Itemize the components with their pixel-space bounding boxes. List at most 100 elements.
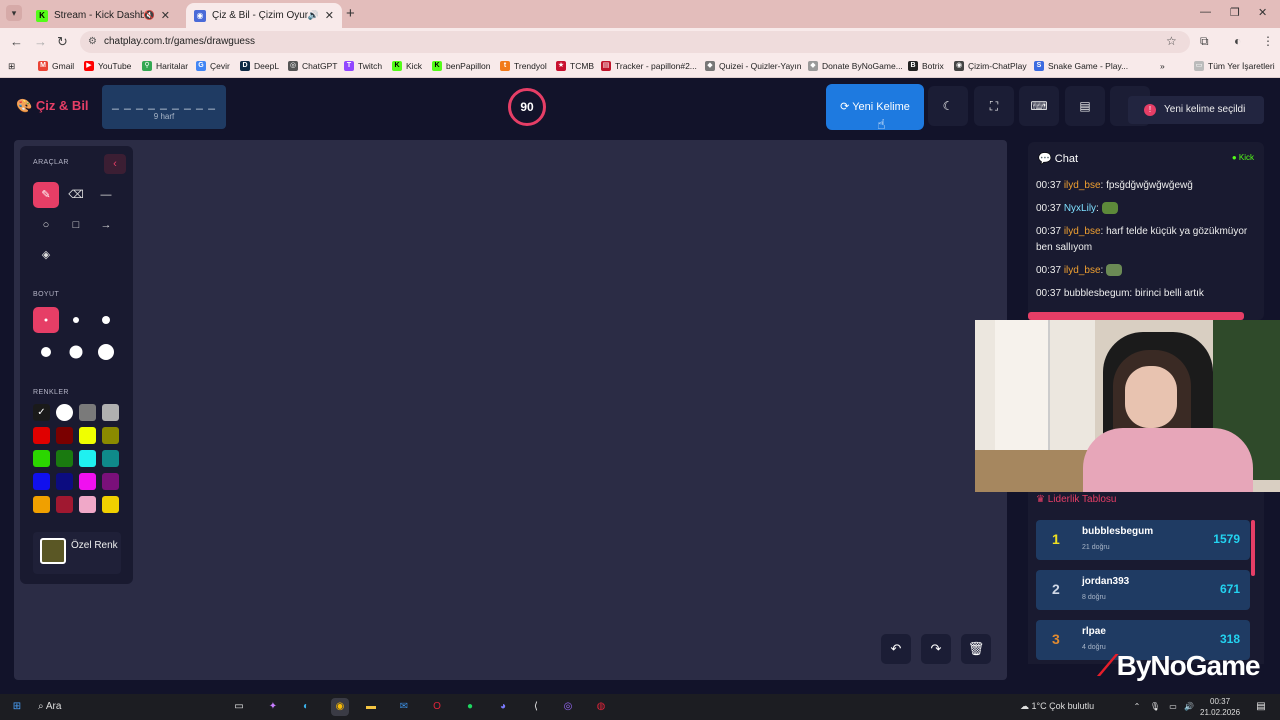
outlook-icon[interactable]: ✉ [395,698,413,716]
copilot-icon[interactable]: ✦ [264,698,282,716]
fill-tool[interactable]: ◈ [33,242,59,268]
tab-kick-dashboard[interactable]: K Stream - Kick Dashboard 🔇 ✕ [28,3,178,28]
all-bookmarks[interactable]: ▭ Tüm Yer İşaretleri [1194,61,1275,71]
bookmark-donate[interactable]: ◆ Donate ByNoGame... [808,61,903,71]
pen-tool[interactable]: ✎ [33,182,59,208]
discord-icon[interactable]: ◕ [494,698,512,716]
tab-ciz-bil[interactable]: ◉ Çiz & Bil - Çizim Oyunu 🔊 ✕ [186,3,342,28]
bookmark-youtube[interactable]: ▶ YouTube [84,61,131,71]
color-swatch[interactable] [79,450,96,467]
restore-icon[interactable]: ❐ [1230,6,1240,19]
color-swatch[interactable] [56,404,73,421]
app-logo[interactable]: 🎨 Çiz & Bil [16,98,89,114]
audio-icon[interactable]: 🔊 [308,10,319,21]
volume-icon[interactable]: 🔊 [1180,698,1198,716]
new-tab-button[interactable]: + [346,5,355,22]
color-swatch[interactable] [102,496,119,513]
fullscreen-button[interactable]: ⛶ [974,86,1014,126]
size-5[interactable] [63,339,89,365]
notifications-icon[interactable]: ▤ [1252,698,1270,716]
chrome-icon[interactable]: ◉ [331,698,349,716]
color-swatch[interactable] [56,450,73,467]
minimize-icon[interactable]: — [1200,6,1211,18]
redo-button[interactable]: ↷ [921,634,951,664]
color-swatch[interactable] [33,473,50,490]
bookmark-snake[interactable]: S Snake Game - Play... [1034,61,1128,71]
line-tool[interactable]: — [93,182,119,208]
microphone-icon[interactable]: 🎙 [1146,698,1164,716]
size-6[interactable] [93,339,119,365]
reload-icon[interactable]: ↻ [57,34,68,50]
bookmark-botrix[interactable]: B Botrix [908,61,944,71]
size-3[interactable] [93,307,119,333]
forward-icon[interactable]: → [34,34,47,49]
rectangle-tool[interactable]: □ [63,212,89,238]
bookmarks-overflow-icon[interactable]: » [1160,61,1165,71]
url-field[interactable]: ⚙ chatplay.com.tr/games/drawguess [80,31,1190,53]
file-explorer-icon[interactable]: ▬ [362,698,380,716]
color-swatch[interactable] [79,496,96,513]
bookmark-tracker[interactable]: ▤ Tracker - papillon#2... [601,61,697,71]
back-icon[interactable]: ← [10,34,23,49]
mute-icon[interactable]: 🔇 [144,10,155,21]
chat-input-bar[interactable] [1028,312,1244,320]
bookmark-benpapillon[interactable]: KbenPapillon [432,61,490,71]
color-swatch[interactable] [79,404,96,421]
size-4[interactable] [33,339,59,365]
color-swatch[interactable] [79,427,96,444]
color-swatch[interactable]: ✓ [33,404,50,421]
close-tab-icon[interactable]: ✕ [325,9,334,22]
menu-icon[interactable]: ⋮ [1262,34,1274,48]
tab-list-icon[interactable]: ▾ [6,5,22,21]
size-1[interactable] [33,307,59,333]
color-swatch[interactable] [102,404,119,421]
bookmark-kick[interactable]: K Kick [392,61,422,71]
profile-icon[interactable]: ◐ [1234,34,1241,48]
bookmark-cizim[interactable]: ◉ Çizim-ChatPlay [954,61,1027,71]
obs-icon[interactable]: ◍ [592,698,610,716]
color-swatch[interactable] [33,496,50,513]
app-icon[interactable]: ◎ [559,698,577,716]
spotify-icon[interactable]: ● [461,698,479,716]
bookmark-maps[interactable]: ⚲ Haritalar [142,61,188,71]
bookmark-translate[interactable]: G Çevir [196,61,230,71]
apps-icon[interactable]: ⊞ [8,61,15,72]
bookmark-tcmb[interactable]: ★ TCMB [556,61,594,71]
bookmark-gmail[interactable]: M Gmail [38,61,74,71]
tray-overflow-icon[interactable]: ⌃ [1128,698,1146,716]
capcut-icon[interactable]: ⟨ [527,698,545,716]
collapse-panel-button[interactable]: ‹ [104,154,126,174]
color-swatch[interactable] [56,473,73,490]
color-swatch[interactable] [56,427,73,444]
color-swatch[interactable] [102,450,119,467]
color-swatch[interactable] [102,427,119,444]
windows-start-icon[interactable]: ⊞ [8,698,26,716]
bookmark-star-icon[interactable]: ☆ [1166,34,1177,48]
leaderboard-scrollbar[interactable] [1251,520,1255,576]
task-view-icon[interactable]: ▭ [230,698,248,716]
bookmark-trendyol[interactable]: t Trendyol [500,61,547,71]
color-swatch[interactable] [102,473,119,490]
weather-widget[interactable]: ☁ 1°C Çok bulutlu [1020,701,1094,712]
color-swatch[interactable] [56,496,73,513]
bookmark-quizei[interactable]: ◆ Quizei - Quizler-Yayın [705,61,802,71]
keyboard-button[interactable]: ⌨ [1019,86,1059,126]
eraser-tool[interactable]: ⌫ [63,182,89,208]
bookmark-deepl[interactable]: D DeepL [240,61,279,71]
undo-button[interactable]: ↶ [881,634,911,664]
color-swatch[interactable] [33,450,50,467]
opera-icon[interactable]: O [428,698,446,716]
arrow-tool[interactable]: → [93,212,119,238]
taskbar-clock[interactable]: 00:37 21.02.2026 [1200,696,1240,718]
custom-color-button[interactable]: Özel Renk [33,532,121,574]
bookmark-chatgpt[interactable]: ◎ ChatGPT [288,61,337,71]
theme-toggle-button[interactable]: ☾ [928,86,968,126]
new-word-button[interactable]: ⟳ Yeni Kelime [826,84,924,130]
extensions-icon[interactable]: ⧉ [1200,34,1209,49]
window-close-icon[interactable]: ✕ [1258,6,1267,19]
site-info-icon[interactable]: ⚙ [88,31,97,53]
bookmark-twitch[interactable]: T Twitch [344,61,382,71]
clear-canvas-button[interactable]: 🗑 [961,634,991,664]
color-swatch[interactable] [33,427,50,444]
taskbar-search[interactable]: ⌕ Ara [38,701,61,712]
